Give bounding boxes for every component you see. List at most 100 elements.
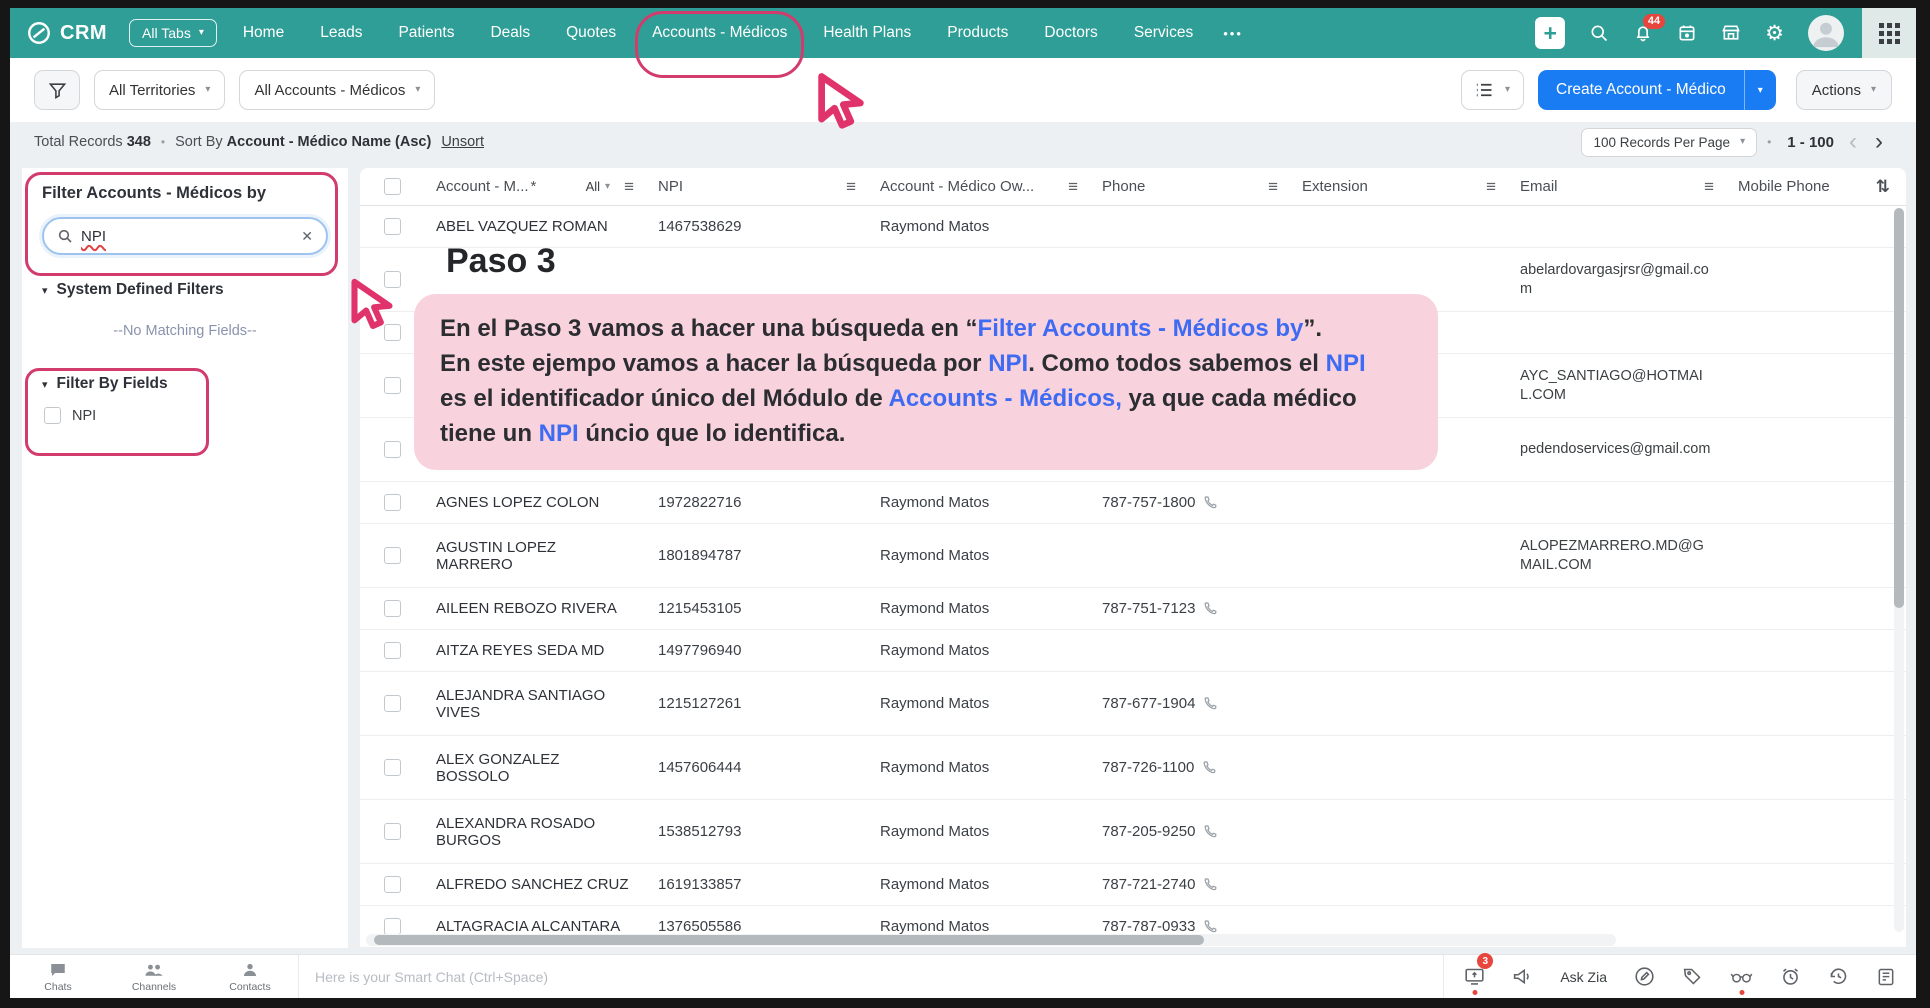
clear-search-icon[interactable]: ✕ bbox=[301, 228, 313, 245]
horizontal-scrollbar-thumb[interactable] bbox=[374, 935, 1204, 945]
vertical-scrollbar-thumb[interactable] bbox=[1894, 208, 1904, 608]
phone-cell[interactable]: 787-787-0933 bbox=[1090, 918, 1290, 935]
table-row[interactable]: ALFREDO SANCHEZ CRUZ1619133857Raymond Ma… bbox=[360, 864, 1906, 906]
column-menu-icon[interactable]: ≡ bbox=[624, 177, 634, 197]
account-name-cell[interactable]: ABEL VAZQUEZ ROMAN bbox=[424, 218, 646, 235]
recent-items-button[interactable] bbox=[1828, 966, 1849, 987]
phone-cell[interactable]: 787-205-9250 bbox=[1090, 823, 1290, 840]
smart-chat-input[interactable] bbox=[315, 969, 1427, 985]
account-name-cell[interactable]: AILEEN REBOZO RIVERA bbox=[424, 600, 646, 617]
row-checkbox[interactable] bbox=[384, 441, 401, 458]
unsort-link[interactable]: Unsort bbox=[441, 134, 484, 150]
filter-button[interactable] bbox=[34, 70, 80, 110]
phone-cell[interactable]: 787-726-1100 bbox=[1090, 759, 1290, 776]
row-checkbox[interactable] bbox=[384, 918, 401, 935]
ask-zia-button[interactable]: Ask Zia bbox=[1560, 969, 1607, 985]
previous-page-chevron[interactable]: ‹ bbox=[1840, 130, 1866, 154]
apps-grid-button[interactable] bbox=[1862, 8, 1916, 58]
phone-cell[interactable]: 787-751-7123 bbox=[1090, 600, 1290, 617]
phone-cell[interactable]: 787-757-1800 bbox=[1090, 494, 1290, 511]
view-type-dropdown[interactable]: ▾ bbox=[1461, 70, 1524, 110]
email-cell[interactable]: ALOPEZMARRERO.MD@GMAIL.COM bbox=[1508, 537, 1726, 575]
tab-accounts-médicos[interactable]: Accounts - Médicos bbox=[652, 8, 787, 58]
tab-quotes[interactable]: Quotes bbox=[566, 8, 616, 58]
email-cell[interactable]: pedendoservices@gmail.com bbox=[1508, 440, 1726, 459]
notifications-bell-icon[interactable]: 44 bbox=[1633, 23, 1653, 43]
table-row[interactable]: AGUSTIN LOPEZ MARRERO1801894787Raymond M… bbox=[360, 524, 1906, 588]
quick-create-button[interactable]: + bbox=[1535, 17, 1565, 49]
zia-button[interactable] bbox=[1730, 966, 1753, 987]
table-row[interactable]: ALEX GONZALEZ BOSSOLO1457606444Raymond M… bbox=[360, 736, 1906, 800]
email-cell[interactable]: abelardovargasjrsr@gmail.com bbox=[1508, 261, 1726, 299]
tab-deals[interactable]: Deals bbox=[490, 8, 530, 58]
column-header-email[interactable]: Email bbox=[1520, 178, 1558, 195]
vertical-scrollbar[interactable] bbox=[1894, 208, 1904, 932]
screen-share-button[interactable]: 3 bbox=[1464, 966, 1485, 987]
tab-doctors[interactable]: Doctors bbox=[1044, 8, 1097, 58]
table-row[interactable] bbox=[360, 312, 1906, 354]
table-row[interactable]: ALEJANDRA SANTIAGO VIVES1215127261Raymon… bbox=[360, 672, 1906, 736]
table-row[interactable]: AILEEN REBOZO RIVERA1215453105Raymond Ma… bbox=[360, 588, 1906, 630]
tag-button[interactable] bbox=[1682, 966, 1703, 987]
column-header-extension[interactable]: Extension bbox=[1302, 178, 1368, 195]
channels-button[interactable]: Channels bbox=[106, 957, 202, 997]
create-account-button[interactable]: Create Account - Médico ▾ bbox=[1538, 70, 1776, 110]
table-row[interactable]: AITZA REYES SEDA MD1497796940Raymond Mat… bbox=[360, 630, 1906, 672]
select-all-checkbox[interactable] bbox=[384, 178, 401, 195]
compose-button[interactable] bbox=[1634, 966, 1655, 987]
account-name-cell[interactable]: ALEXANDRA ROSADO BURGOS bbox=[424, 815, 646, 849]
table-row[interactable]: pedendoservices@gmail.com bbox=[360, 418, 1906, 482]
account-name-cell[interactable]: ALFREDO SANCHEZ CRUZ bbox=[424, 876, 646, 893]
tab-health-plans[interactable]: Health Plans bbox=[823, 8, 911, 58]
all-tabs-dropdown[interactable]: All Tabs ▾ bbox=[129, 19, 217, 47]
email-cell[interactable]: AYC_SANTIAGO@HOTMAIL.COM bbox=[1508, 367, 1726, 405]
telephony-button[interactable] bbox=[1876, 967, 1896, 987]
row-checkbox[interactable] bbox=[384, 695, 401, 712]
system-defined-filters-toggle[interactable]: ▾ System Defined Filters bbox=[42, 281, 328, 299]
account-name-cell[interactable]: ALTAGRACIA ALCANTARA bbox=[424, 918, 646, 935]
tab-home[interactable]: Home bbox=[243, 8, 284, 58]
announcement-button[interactable] bbox=[1512, 966, 1533, 987]
reminders-button[interactable] bbox=[1780, 966, 1801, 987]
actions-dropdown[interactable]: Actions ▾ bbox=[1796, 70, 1892, 110]
phone-cell[interactable]: 787-721-2740 bbox=[1090, 876, 1290, 893]
account-name-cell[interactable]: ALEJANDRA SANTIAGO VIVES bbox=[424, 687, 646, 721]
more-tabs-icon[interactable]: ••• bbox=[1223, 26, 1243, 41]
horizontal-scrollbar[interactable] bbox=[366, 934, 1616, 946]
filter-by-fields-toggle[interactable]: ▾ Filter By Fields bbox=[42, 375, 328, 393]
column-menu-icon[interactable]: ≡ bbox=[1268, 177, 1278, 197]
column-menu-icon[interactable]: ≡ bbox=[1704, 177, 1714, 197]
account-name-cell[interactable]: AITZA REYES SEDA MD bbox=[424, 642, 646, 659]
column-menu-icon[interactable]: ≡ bbox=[846, 177, 856, 197]
account-name-cell[interactable]: AGNES LOPEZ COLON bbox=[424, 494, 646, 511]
settings-gear-icon[interactable]: ⚙ bbox=[1765, 21, 1784, 46]
column-menu-icon[interactable]: ≡ bbox=[1068, 177, 1078, 197]
tab-products[interactable]: Products bbox=[947, 8, 1008, 58]
tab-leads[interactable]: Leads bbox=[320, 8, 362, 58]
row-checkbox[interactable] bbox=[384, 876, 401, 893]
territories-dropdown[interactable]: All Territories ▾ bbox=[94, 70, 225, 110]
column-settings-icon[interactable]: ⇅ bbox=[1876, 177, 1890, 197]
create-options-caret[interactable]: ▾ bbox=[1745, 85, 1776, 96]
column-header-phone[interactable]: Phone bbox=[1102, 178, 1145, 195]
npi-field-checkbox[interactable] bbox=[44, 407, 61, 424]
row-checkbox[interactable] bbox=[384, 324, 401, 341]
tab-patients[interactable]: Patients bbox=[398, 8, 454, 58]
row-checkbox[interactable] bbox=[384, 377, 401, 394]
records-per-page-dropdown[interactable]: 100 Records Per Page ▾ bbox=[1581, 128, 1757, 157]
account-name-cell[interactable]: AGUSTIN LOPEZ MARRERO bbox=[424, 539, 646, 573]
calendar-icon[interactable] bbox=[1677, 23, 1697, 43]
row-checkbox[interactable] bbox=[384, 759, 401, 776]
column-header-account-name[interactable]: Account - M... bbox=[436, 178, 529, 195]
row-checkbox[interactable] bbox=[384, 600, 401, 617]
column-header-mobile[interactable]: Mobile Phone bbox=[1738, 178, 1830, 195]
user-avatar[interactable] bbox=[1808, 15, 1844, 51]
marketplace-icon[interactable] bbox=[1721, 23, 1741, 43]
column-header-npi[interactable]: NPI bbox=[658, 178, 683, 195]
row-checkbox[interactable] bbox=[384, 547, 401, 564]
column-header-owner[interactable]: Account - Médico Ow... bbox=[880, 178, 1034, 195]
table-row[interactable]: AYC_SANTIAGO@HOTMAIL.COM bbox=[360, 354, 1906, 418]
table-row[interactable]: AGNES LOPEZ COLON1972822716Raymond Matos… bbox=[360, 482, 1906, 524]
contacts-button[interactable]: Contacts bbox=[202, 957, 298, 997]
row-checkbox[interactable] bbox=[384, 823, 401, 840]
